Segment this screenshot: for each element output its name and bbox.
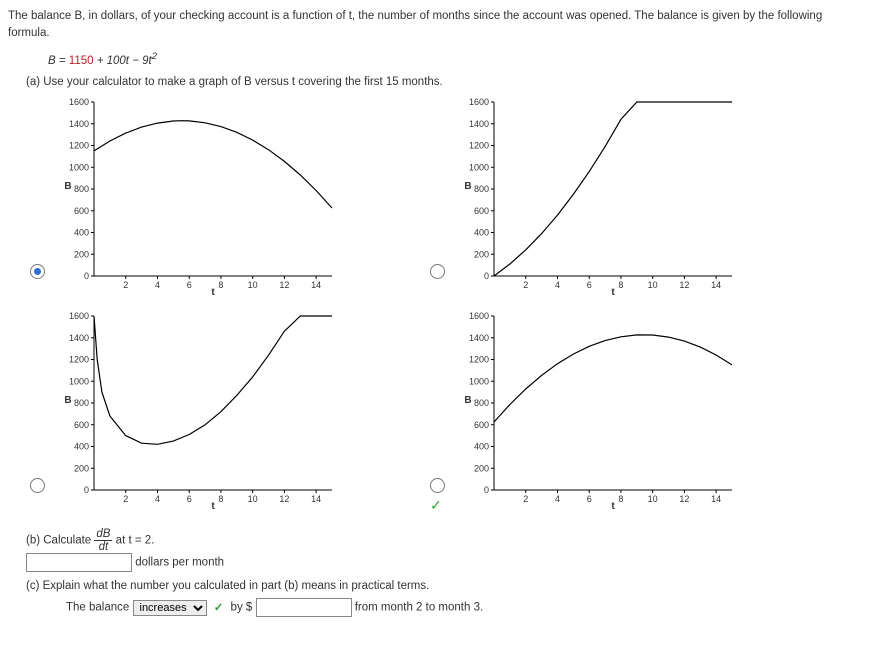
svg-text:10: 10 [648,494,658,504]
svg-text:1600: 1600 [69,311,89,321]
svg-text:600: 600 [74,420,89,430]
graph-option-2: 0 200 400 600 800 1000 1200 1400 1600 2 4 6 8 10 12 14 B… [458,96,778,296]
svg-text:400: 400 [474,442,489,452]
svg-text:800: 800 [474,398,489,408]
svg-text:t: t [211,501,215,510]
svg-text:600: 600 [74,206,89,216]
svg-text:14: 14 [711,494,721,504]
svg-text:1200: 1200 [69,141,89,151]
part-b-units: dollars per month [135,557,224,569]
derivative-fraction: dB dt [94,528,112,553]
part-c: (c) Explain what the number you calculat… [26,580,865,617]
formula: B = 1150 + 100t − 9t2 [48,51,865,67]
svg-text:8: 8 [618,280,623,290]
graph-radio-2[interactable] [430,264,445,279]
svg-text:4: 4 [555,494,560,504]
part-c-direction-select[interactable]: increases [133,600,207,616]
check-icon: ✓ [214,602,224,614]
svg-text:2: 2 [523,494,528,504]
svg-text:800: 800 [74,184,89,194]
check-icon: ✓ [430,497,442,514]
svg-text:0: 0 [484,485,489,495]
svg-text:800: 800 [474,184,489,194]
svg-text:8: 8 [218,280,223,290]
svg-text:8: 8 [218,494,223,504]
part-a-prompt: (a) Use your calculator to make a graph … [26,76,865,88]
svg-text:0: 0 [84,485,89,495]
svg-text:200: 200 [74,250,89,260]
svg-text:400: 400 [74,442,89,452]
chart: 0 200 400 600 800 1000 1200 1400 1600 2 4 6 8 10 12 14 B… [58,96,338,296]
graph-options-grid: 020040060080010001200140016002468101214B… [58,96,778,510]
svg-text:14: 14 [711,280,721,290]
svg-text:800: 800 [74,398,89,408]
svg-text:1400: 1400 [469,119,489,129]
svg-text:1000: 1000 [469,377,489,387]
svg-text:2: 2 [523,280,528,290]
graph-radio-3[interactable] [30,478,45,493]
svg-text:B: B [464,395,471,406]
svg-text:B: B [64,181,71,192]
svg-text:400: 400 [474,228,489,238]
svg-text:1000: 1000 [469,163,489,173]
svg-text:14: 14 [311,494,321,504]
svg-text:t: t [611,287,615,296]
graph-option-4: 0 200 400 600 800 1000 1200 1400 1600 2 4 6 8 10 12 14 B… [458,310,778,510]
svg-text:B: B [64,395,71,406]
svg-text:6: 6 [187,280,192,290]
chart: 0 200 400 600 800 1000 1200 1400 1600 2 4 6 8 10 12 14 B… [58,310,338,510]
svg-text:1200: 1200 [69,355,89,365]
svg-text:6: 6 [187,494,192,504]
svg-text:4: 4 [155,280,160,290]
svg-text:12: 12 [679,280,689,290]
part-b: (b) Calculate dB dt at t = 2. dollars pe… [26,528,865,572]
svg-text:B: B [464,181,471,192]
svg-text:1200: 1200 [469,355,489,365]
svg-text:12: 12 [679,494,689,504]
svg-text:200: 200 [474,464,489,474]
svg-text:t: t [611,501,615,510]
svg-text:12: 12 [279,494,289,504]
svg-text:2: 2 [123,494,128,504]
svg-text:1000: 1000 [69,377,89,387]
svg-text:0: 0 [84,271,89,281]
svg-text:2: 2 [123,280,128,290]
svg-text:10: 10 [248,280,258,290]
svg-text:6: 6 [587,494,592,504]
svg-text:1600: 1600 [69,97,89,107]
svg-text:8: 8 [618,494,623,504]
chart: 0 200 400 600 800 1000 1200 1400 1600 2 4 6 8 10 12 14 B… [458,96,738,296]
svg-text:200: 200 [474,250,489,260]
svg-text:1400: 1400 [469,333,489,343]
svg-text:1400: 1400 [69,333,89,343]
svg-text:1600: 1600 [469,97,489,107]
svg-text:4: 4 [555,280,560,290]
graph-option-3: 0 200 400 600 800 1000 1200 1400 1600 2 4 6 8 10 12 14 B… [58,310,378,510]
svg-text:600: 600 [474,206,489,216]
svg-text:10: 10 [648,280,658,290]
svg-text:12: 12 [279,280,289,290]
svg-text:1200: 1200 [469,141,489,151]
svg-text:10: 10 [248,494,258,504]
svg-text:14: 14 [311,280,321,290]
formula-constant: 1150 [69,54,94,66]
svg-text:600: 600 [474,420,489,430]
chart: 0 200 400 600 800 1000 1200 1400 1600 2 4 6 8 10 12 14 B… [458,310,738,510]
svg-text:6: 6 [587,280,592,290]
graph-option-1: 0 200 400 600 800 1000 1200 1400 1600 2 4 6 8 10 12 14 B… [58,96,378,296]
svg-text:1600: 1600 [469,311,489,321]
part-b-answer-input[interactable] [26,553,132,572]
svg-text:400: 400 [74,228,89,238]
svg-text:200: 200 [74,464,89,474]
part-c-amount-input[interactable] [256,598,352,617]
graph-radio-1[interactable] [30,264,45,279]
svg-text:1400: 1400 [69,119,89,129]
intro-paragraph: The balance B, in dollars, of your check… [8,8,865,43]
svg-text:t: t [211,287,215,296]
graph-radio-4[interactable] [430,478,445,493]
svg-text:0: 0 [484,271,489,281]
svg-text:1000: 1000 [69,163,89,173]
part-c-prompt: (c) Explain what the number you calculat… [26,580,865,592]
svg-text:4: 4 [155,494,160,504]
